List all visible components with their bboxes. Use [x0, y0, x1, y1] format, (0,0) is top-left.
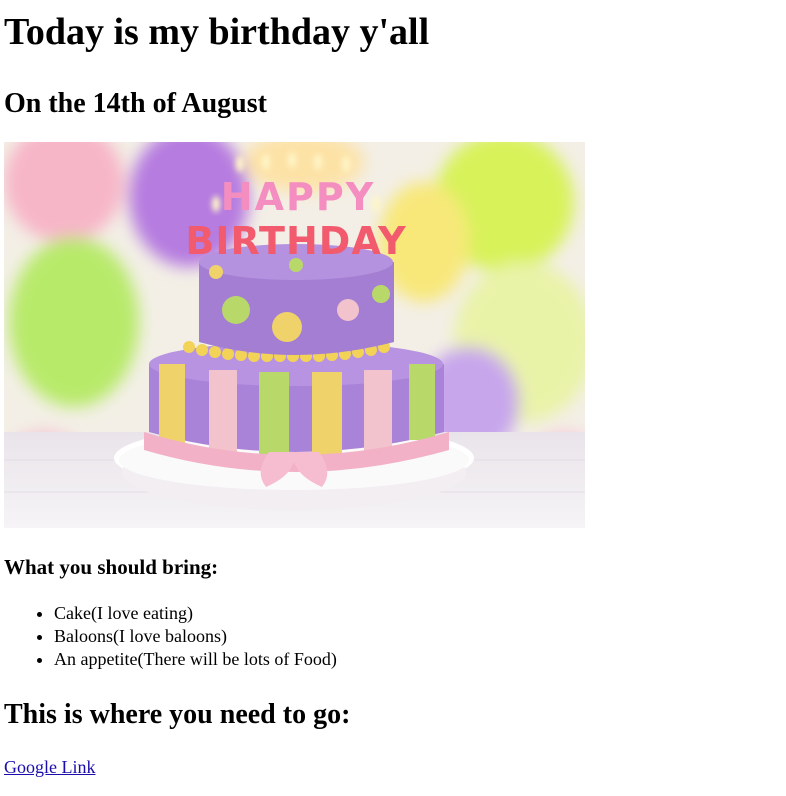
list-item: An appetite(There will be lots of Food) [54, 648, 337, 671]
cake-illustration: HAPPY BIRTHDAY [4, 142, 585, 528]
page: Today is my birthday y'all On the 14th o… [0, 0, 786, 777]
bring-list: Cake(I love eating) Baloons(I love baloo… [4, 602, 337, 671]
topper-happy: HAPPY [221, 175, 375, 219]
date-subtitle: On the 14th of August [4, 88, 267, 119]
google-link[interactable]: Google Link [4, 756, 96, 778]
birthday-cake-image: HAPPY BIRTHDAY [4, 142, 585, 528]
bring-heading: What you should bring: [4, 555, 219, 579]
topper-birthday: BIRTHDAY [185, 219, 406, 263]
page-title: Today is my birthday y'all [4, 11, 430, 53]
list-item: Baloons(I love baloons) [54, 625, 337, 648]
location-heading: This is where you need to go: [4, 699, 351, 730]
list-item: Cake(I love eating) [54, 602, 337, 625]
